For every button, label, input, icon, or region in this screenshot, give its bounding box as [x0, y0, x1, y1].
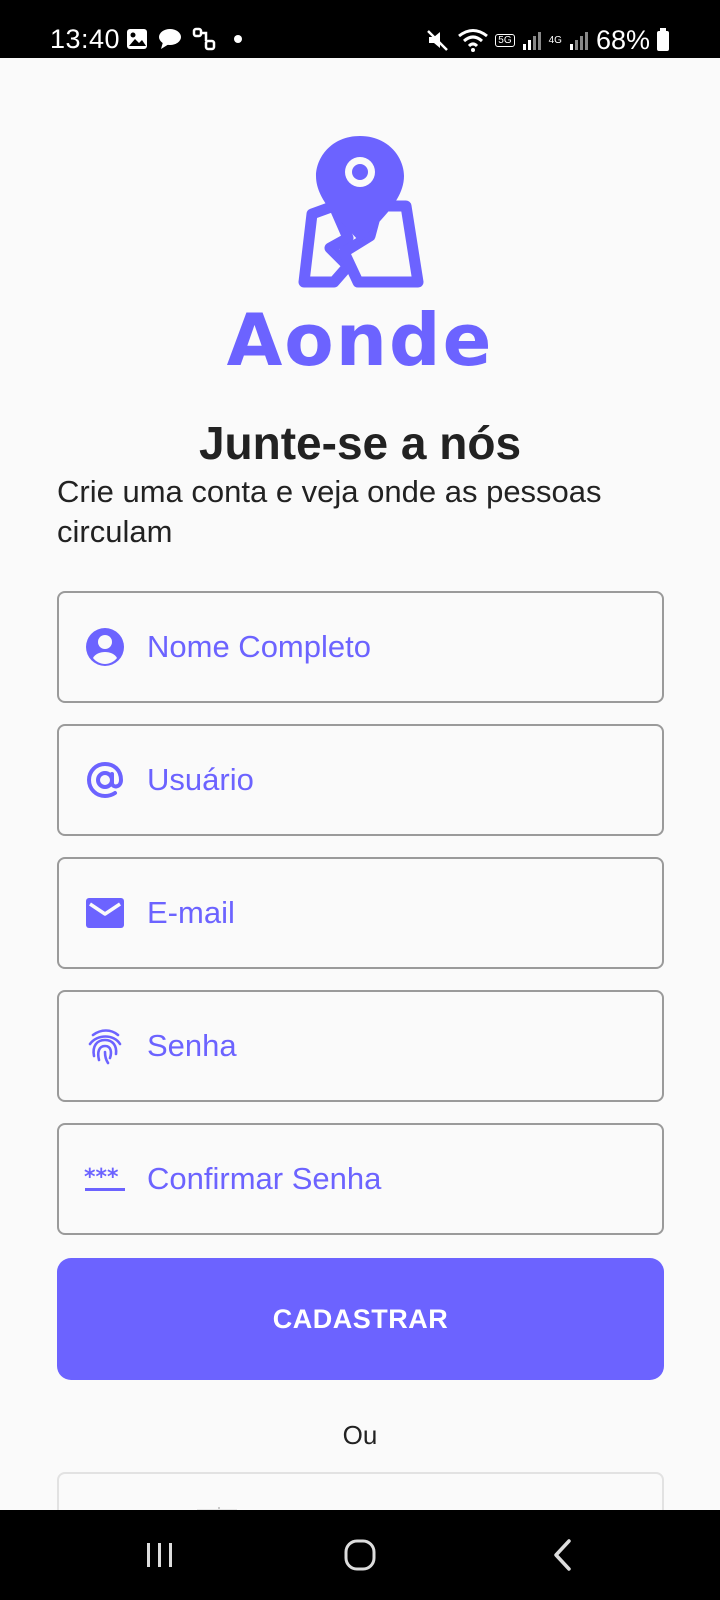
signal-icon-1: [522, 32, 541, 50]
signal-icon-2: [569, 32, 588, 50]
status-time: 13:40: [50, 24, 121, 54]
password-field[interactable]: [57, 990, 664, 1102]
home-button[interactable]: [300, 1510, 420, 1600]
network-4g-label: 4G: [548, 34, 562, 46]
page-subtitle: Crie uma conta e veja onde as pessoas ci…: [57, 474, 602, 549]
svg-text:***: ***: [84, 1165, 119, 1190]
password-input[interactable]: [147, 1016, 647, 1076]
battery-percent: 68%: [595, 24, 650, 55]
register-button[interactable]: CADASTRAR: [57, 1258, 664, 1380]
mute-icon: [427, 30, 449, 51]
wifi-icon: [458, 29, 489, 52]
page-title: Junte-se a nós: [198, 417, 522, 469]
password-dots-icon: ***: [83, 1157, 127, 1201]
brand-name: Aonde: [226, 298, 494, 382]
email-input[interactable]: [147, 883, 647, 943]
recent-apps-button[interactable]: [100, 1510, 220, 1600]
username-input[interactable]: [147, 750, 647, 810]
at-sign-icon: [83, 758, 127, 802]
system-navigation-bar: [0, 1510, 720, 1600]
full-name-input[interactable]: [147, 617, 647, 677]
confirm-password-field[interactable]: ***: [57, 1123, 664, 1235]
link-icon: [192, 27, 216, 51]
divider-text: Ou: [342, 1420, 378, 1450]
chat-bubble-icon: [159, 29, 181, 49]
app-logo: Aonde: [0, 132, 720, 376]
network-5g-label: 5G: [495, 33, 515, 47]
more-notifications-dot: [234, 35, 242, 43]
system-icons: 5G 4G 68%: [425, 24, 670, 55]
confirm-password-input[interactable]: [147, 1149, 647, 1209]
home-icon: [344, 1539, 376, 1571]
back-icon: [554, 1539, 571, 1571]
full-name-field[interactable]: [57, 591, 664, 703]
email-field[interactable]: [57, 857, 664, 969]
username-field[interactable]: [57, 724, 664, 836]
battery-icon: [657, 28, 669, 51]
back-button[interactable]: [503, 1510, 623, 1600]
account-circle-icon: [83, 625, 127, 669]
notification-icons: [126, 26, 242, 52]
gallery-icon: [127, 29, 147, 49]
status-bar: 13:40 5G 4G 68%: [0, 0, 720, 58]
recent-apps-icon: [147, 1543, 172, 1567]
fingerprint-icon: [83, 1024, 127, 1068]
map-pin-icon: [298, 136, 424, 288]
email-icon: [83, 891, 127, 935]
